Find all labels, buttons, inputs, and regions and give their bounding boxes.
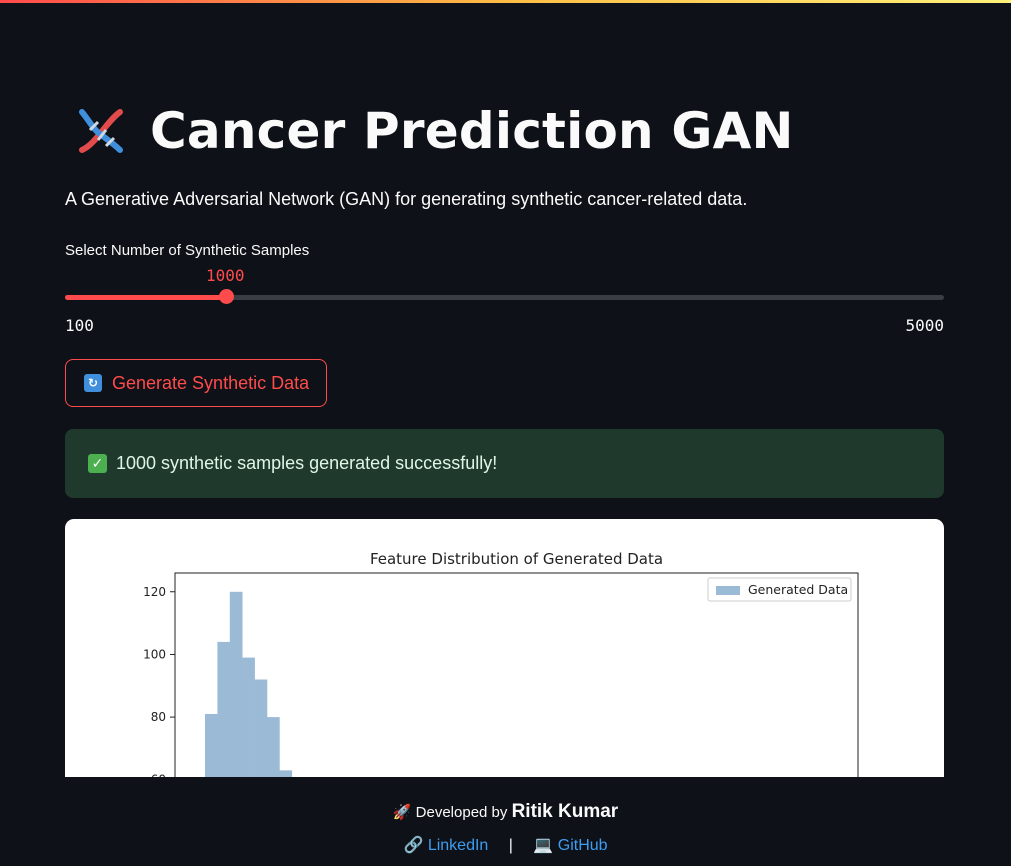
page-subtitle: A Generative Adversarial Network (GAN) f…: [65, 189, 748, 209]
linkedin-link[interactable]: LinkedIn: [428, 837, 489, 854]
success-alert: ✓ 1000 synthetic samples generated succe…: [65, 429, 944, 498]
chart-card: Feature Distribution of Generated Data 60…: [65, 519, 944, 777]
y-tick-label: 60: [151, 773, 166, 777]
legend-label: Generated Data: [748, 582, 848, 597]
generate-button-label: Generate Synthetic Data: [112, 372, 310, 393]
histogram-bar: [205, 713, 218, 777]
top-accent-bar: [0, 0, 1011, 3]
y-tick-label: 80: [151, 710, 166, 724]
chart-title: Feature Distribution of Generated Data: [370, 550, 663, 568]
success-message: 1000 synthetic samples generated success…: [116, 453, 498, 473]
y-tick-label: 120: [143, 585, 166, 599]
slider-thumb[interactable]: [219, 289, 235, 304]
generate-button[interactable]: ↻ Generate Synthetic Data: [65, 359, 327, 407]
histogram-chart: Feature Distribution of Generated Data 60…: [143, 550, 859, 777]
footer-separator: |: [508, 837, 513, 854]
histogram-bar: [279, 770, 293, 777]
developed-by-text: Developed by: [415, 804, 508, 821]
slider-max: 5000: [905, 316, 944, 335]
github-link[interactable]: GitHub: [558, 837, 608, 854]
laptop-icon: 💻: [533, 837, 554, 854]
footer-credit: 🚀 Developed by Ritik Kumar: [0, 801, 1011, 823]
slider-fill: [65, 295, 227, 300]
page-title: Cancer Prediction GAN: [150, 102, 794, 160]
slider-value: 1000: [206, 266, 245, 285]
refresh-icon: ↻: [84, 374, 102, 392]
page-header: Cancer Prediction GAN: [70, 100, 794, 162]
slider-min: 100: [65, 316, 94, 335]
dna-icon: [79, 109, 123, 153]
footer-links: 🔗 LinkedIn | 💻 GitHub: [0, 835, 1011, 855]
histogram-bar: [229, 591, 243, 777]
check-icon: ✓: [88, 454, 107, 473]
histogram-bar: [242, 657, 255, 777]
samples-slider-track[interactable]: [65, 295, 944, 300]
histogram-bar: [254, 679, 268, 777]
y-tick-label: 100: [143, 647, 166, 661]
legend-swatch: [716, 586, 740, 595]
rocket-icon: 🚀: [392, 804, 412, 821]
histogram-bar: [267, 717, 280, 777]
link-icon: 🔗: [403, 837, 424, 854]
histogram-bar: [217, 641, 231, 777]
author-name: Ritik Kumar: [511, 801, 619, 822]
slider-label: Select Number of Synthetic Samples: [65, 242, 310, 259]
